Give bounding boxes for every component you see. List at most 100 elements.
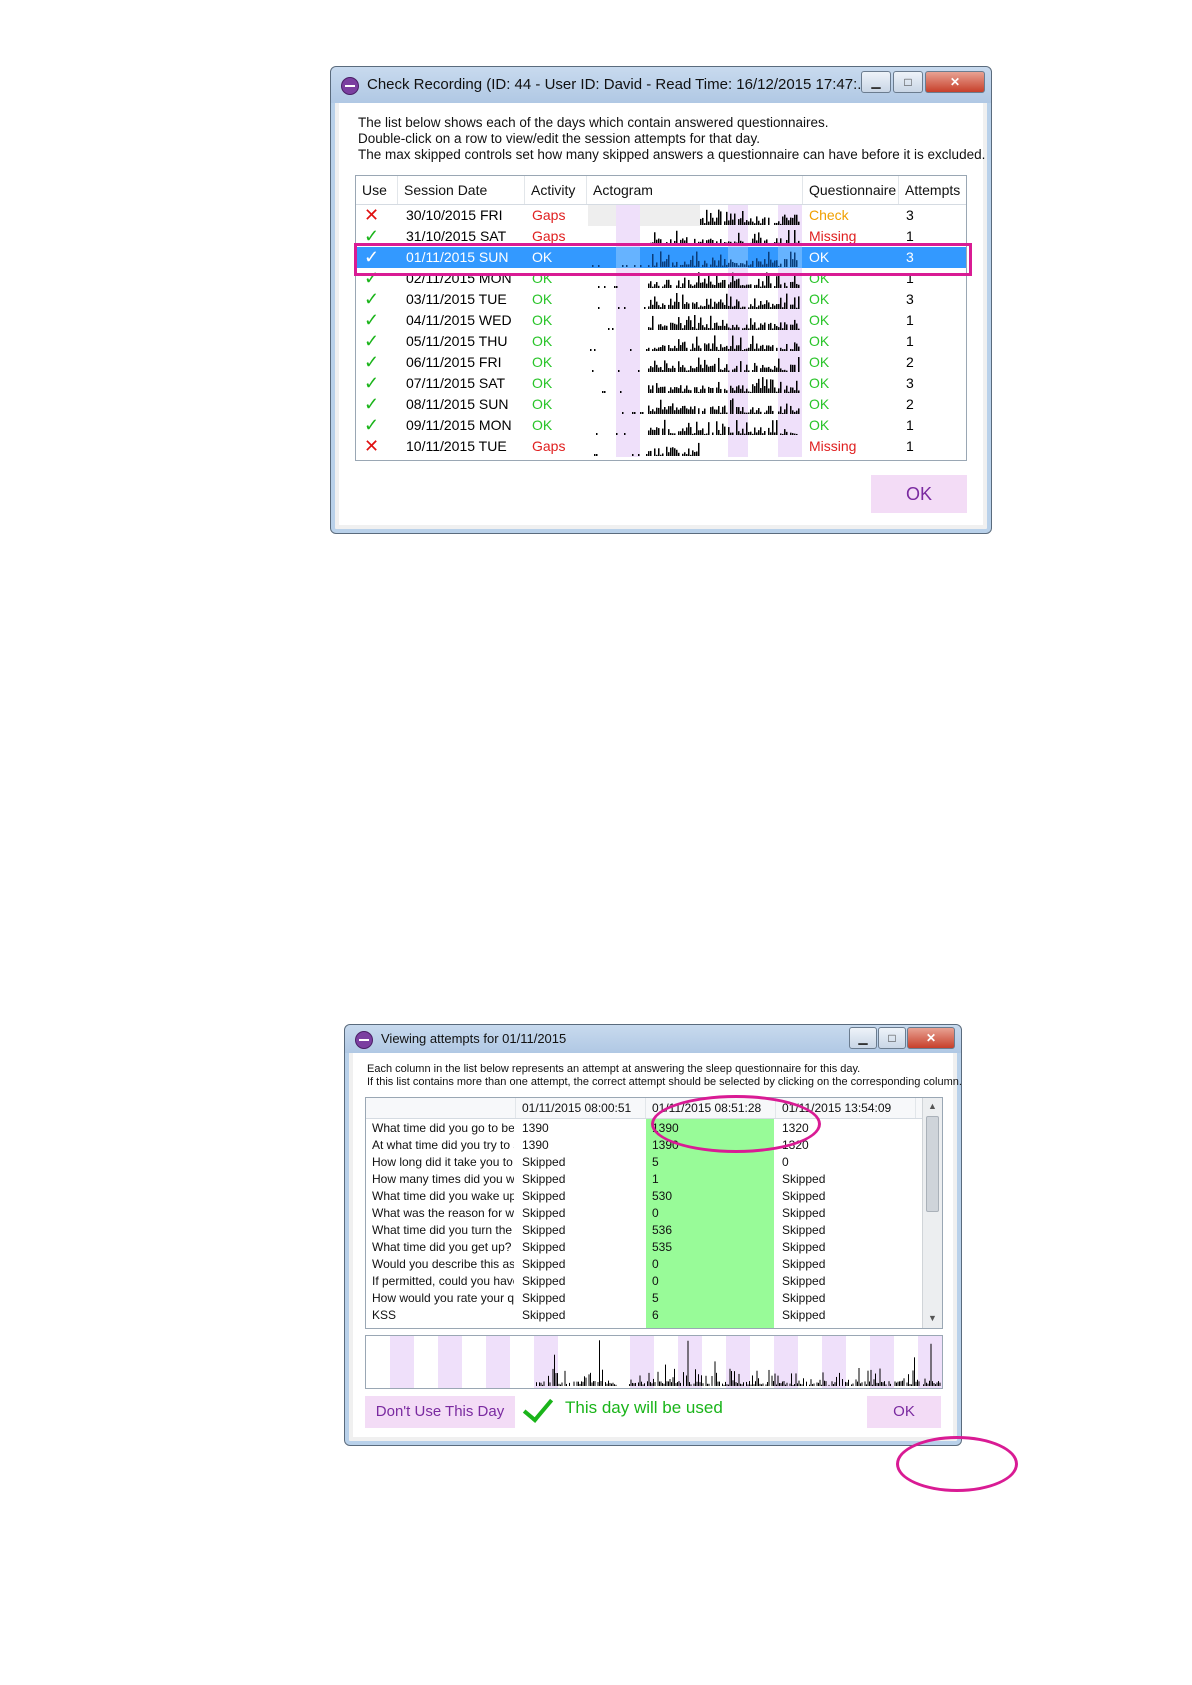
question-row[interactable]: KSS Skipped 6 Skipped: [366, 1307, 922, 1324]
attempts-body: What time did you go to bed? 1390 1390 1320…: [366, 1120, 922, 1328]
description-line-2: Double-click on a row to view/edit the s…: [358, 131, 760, 146]
attempt-2-answer: 0: [652, 1257, 659, 1271]
checkmark-icon: [522, 1391, 554, 1423]
question-text: At what time did you try to sl...: [372, 1138, 514, 1152]
table-row[interactable]: ✕ 10/11/2015 TUE Gaps Missing 1: [356, 436, 966, 457]
header-questionnaire[interactable]: Questionnaire: [803, 176, 899, 204]
attempt-1-answer: Skipped: [522, 1223, 566, 1237]
header-activity[interactable]: Activity: [525, 176, 587, 204]
status-text: This day will be used: [565, 1398, 723, 1417]
table-row[interactable]: ✓ 06/11/2015 FRI OK OK 2: [356, 352, 966, 373]
included-icon: ✓: [364, 310, 380, 330]
activity-status: OK: [532, 354, 553, 370]
actogram-plot: [390, 1336, 942, 1388]
window-title: Viewing attempts for 01/11/2015: [381, 1031, 567, 1046]
attempt-3-answer: Skipped: [782, 1223, 826, 1237]
activity-status: OK: [532, 333, 553, 349]
question-text: Would you describe this as ...: [372, 1257, 514, 1271]
description-line-1: The list below shows each of the days wh…: [358, 115, 829, 130]
table-row[interactable]: ✓ 08/11/2015 SUN OK OK 2: [356, 394, 966, 415]
app-icon: [355, 1031, 373, 1049]
question-row[interactable]: At what time did you try to sl...1390139…: [366, 1137, 922, 1154]
activity-status: OK: [532, 291, 553, 307]
question-text: What time did you get up?: [372, 1240, 512, 1254]
attempts-count: 3: [906, 291, 914, 307]
question-row[interactable]: How many times did you wa... Skipped 1 Skip…: [366, 1171, 922, 1188]
maximize-icon[interactable]: □: [893, 71, 923, 93]
attempt-1-answer: Skipped: [522, 1206, 566, 1220]
close-icon[interactable]: ✕: [925, 71, 985, 93]
scroll-up-icon[interactable]: ▲: [923, 1098, 942, 1115]
question-row[interactable]: How would you rate your qu... Skipped 5 Ski…: [366, 1290, 922, 1307]
header-attempt-1[interactable]: 01/11/2015 08:00:51: [516, 1098, 646, 1118]
question-text: What was the reason for wa...: [372, 1206, 514, 1220]
scroll-down-icon[interactable]: ▼: [923, 1310, 942, 1327]
activity-status: OK: [532, 312, 553, 328]
actogram-thumbnail: [588, 289, 802, 310]
question-text: KSS: [372, 1308, 397, 1322]
scroll-thumb[interactable]: [926, 1116, 939, 1212]
question-row[interactable]: Would you describe this as ... Skipped 0 Sk…: [366, 1256, 922, 1273]
header-actogram[interactable]: Actogram: [587, 176, 803, 204]
attempt-1-answer: Skipped: [522, 1274, 566, 1288]
question-row[interactable]: What time did you turn the li... Skipped 5…: [366, 1222, 922, 1239]
highlight-circle-attempt-column: [651, 1095, 821, 1153]
question-row[interactable]: What time did you wake up? Skipped 530 Skip…: [366, 1188, 922, 1205]
maximize-icon[interactable]: □: [878, 1027, 906, 1049]
question-row[interactable]: What time did you get up? Skipped 535 Skipp…: [366, 1239, 922, 1256]
session-date: 10/11/2015 TUE: [406, 438, 507, 454]
minimize-icon[interactable]: ▁: [861, 71, 891, 93]
question-text: How would you rate your qu...: [372, 1291, 514, 1305]
question-row[interactable]: How long did it take you to f... Skipped 5…: [366, 1154, 922, 1171]
activity-status: OK: [532, 396, 553, 412]
table-row[interactable]: ✓ 03/11/2015 TUE OK OK 3: [356, 289, 966, 310]
vertical-scrollbar[interactable]: ▲ ▼: [922, 1098, 942, 1328]
attempts-count: 1: [906, 333, 914, 349]
excluded-icon: ✕: [364, 436, 380, 456]
questionnaire-status: Missing: [809, 438, 857, 454]
title-bar[interactable]: Check Recording (ID: 44 - User ID: David…: [331, 67, 991, 103]
question-row[interactable]: What was the reason for wa... Skipped 0 Ski…: [366, 1205, 922, 1222]
question-row[interactable]: If permitted, could you have... Skipped 0 S…: [366, 1273, 922, 1290]
table-row[interactable]: ✓ 09/11/2015 MON OK OK 1: [356, 415, 966, 436]
ok-button[interactable]: OK: [871, 475, 967, 513]
description-line-1: Each column in the list below represents…: [367, 1063, 861, 1075]
attempts-count: 3: [906, 375, 914, 391]
close-icon[interactable]: ✕: [907, 1027, 955, 1049]
actogram-thumbnail: [588, 310, 802, 331]
table-row[interactable]: ✕ 30/10/2015 FRI Gaps Check 3: [356, 205, 966, 226]
title-bar[interactable]: Viewing attempts for 01/11/2015 ▁ □ ✕: [345, 1025, 961, 1053]
dont-use-day-button[interactable]: Don't Use This Day: [365, 1396, 515, 1428]
header-session-date[interactable]: Session Date: [398, 176, 525, 204]
table-row[interactable]: ✓ 04/11/2015 WED OK OK 1: [356, 310, 966, 331]
attempts-count: 2: [906, 396, 914, 412]
question-text: How many times did you wa...: [372, 1172, 514, 1186]
session-date: 07/11/2015 SAT: [406, 375, 506, 391]
attempt-2-answer: 535: [652, 1240, 673, 1254]
attempts-count: 3: [906, 207, 914, 223]
list-header: Use Session Date Activity Actogram Quest…: [356, 176, 966, 205]
actogram-thumbnail: [588, 352, 802, 373]
minimize-icon[interactable]: ▁: [849, 1027, 877, 1049]
questionnaire-status: OK: [809, 312, 830, 328]
ok-button[interactable]: OK: [867, 1396, 941, 1428]
session-date: 05/11/2015 THU: [406, 333, 508, 349]
included-icon: ✓: [364, 394, 380, 414]
window-client: The list below shows each of the days wh…: [339, 103, 985, 525]
activity-status: Gaps: [532, 438, 566, 454]
attempt-1-answer: Skipped: [522, 1189, 566, 1203]
session-date: 08/11/2015 SUN: [406, 396, 509, 412]
days-list[interactable]: Use Session Date Activity Actogram Quest…: [355, 175, 967, 461]
question-text: What time did you wake up?: [372, 1189, 514, 1203]
attempt-2-answer: 1: [652, 1172, 659, 1186]
attempts-count: 1: [906, 438, 914, 454]
table-row[interactable]: ✓ 05/11/2015 THU OK OK 1: [356, 331, 966, 352]
table-row[interactable]: ✓ 07/11/2015 SAT OK OK 3: [356, 373, 966, 394]
header-use[interactable]: Use: [356, 176, 398, 204]
actogram-thumbnail: [588, 331, 802, 352]
question-row[interactable]: What time did you go to bed? 1390 1390 1320: [366, 1120, 922, 1137]
header-attempts[interactable]: Attempts: [899, 176, 966, 204]
session-date: 06/11/2015 FRI: [406, 354, 502, 370]
excluded-icon: ✕: [364, 205, 380, 225]
selected-row-highlight: [354, 243, 972, 276]
